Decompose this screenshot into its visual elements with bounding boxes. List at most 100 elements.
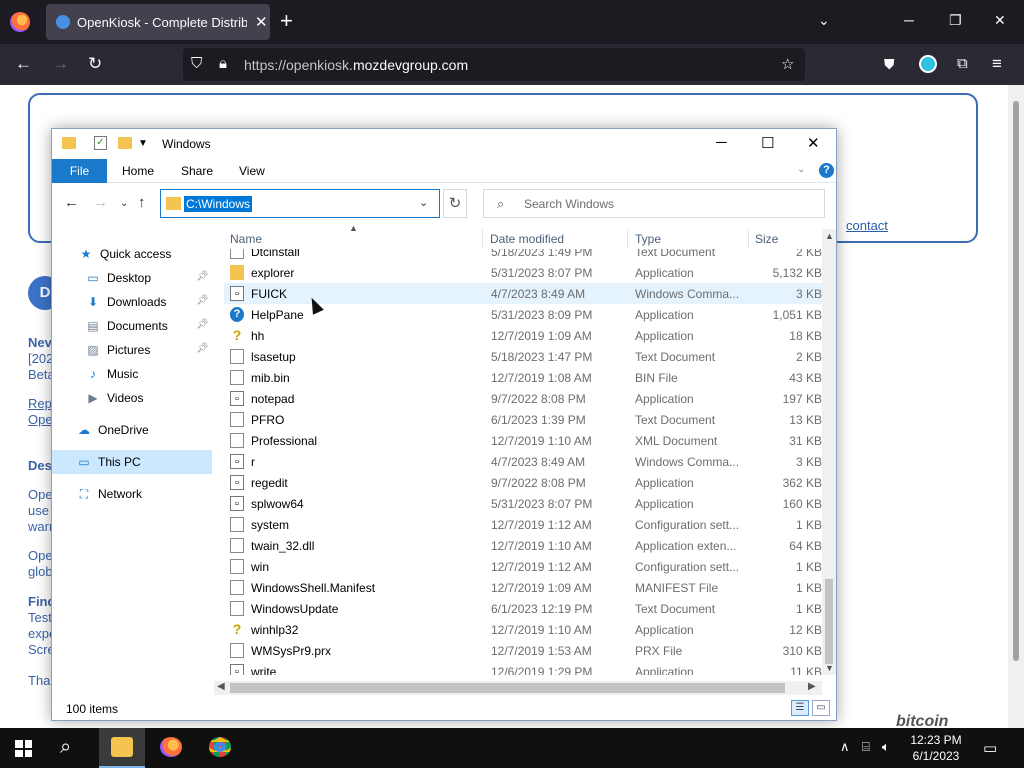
- file-list-hscroll[interactable]: ◀ ▶: [214, 681, 822, 695]
- column-type[interactable]: Type: [635, 232, 661, 246]
- contact-link[interactable]: contact: [846, 218, 888, 233]
- tab-share[interactable]: Share: [181, 164, 213, 178]
- new-tab-button[interactable]: +: [280, 10, 293, 32]
- file-list-vscroll[interactable]: ▲ ▼: [822, 229, 836, 675]
- qat-dropdown-icon[interactable]: ▼: [138, 138, 148, 149]
- table-row[interactable]: ▫ write 12/6/2019 1:29 PM Application 11 KB: [224, 661, 822, 675]
- ribbon-expand-icon[interactable]: ⌄: [797, 164, 805, 175]
- pocket-icon[interactable]: ⛊: [884, 54, 895, 74]
- up-arrow-icon[interactable]: ↑: [138, 194, 146, 211]
- minimize-icon[interactable]: ─: [716, 134, 727, 151]
- back-arrow-icon[interactable]: ←: [15, 54, 32, 74]
- table-row[interactable]: twain_32.dll 12/7/2019 1:10 AM Application…: [224, 535, 822, 556]
- notifications-icon[interactable]: ▭: [983, 739, 997, 757]
- table-row[interactable]: PFRO 6/1/2023 1:39 PM Text Document 13 KB: [224, 409, 822, 430]
- sidebar-item-onedrive[interactable]: ☁ OneDrive: [52, 418, 212, 442]
- sidebar-item-network[interactable]: ⛶ Network: [52, 482, 212, 506]
- firefox-logo-icon[interactable]: [10, 12, 30, 32]
- sidebar-item-downloads[interactable]: ⬇ Downloads 📌︎: [52, 290, 212, 314]
- search-icon[interactable]: ⌕: [60, 736, 71, 759]
- taskbar-clock[interactable]: 12:23 PM 6/1/2023: [906, 732, 966, 764]
- lock-icon[interactable]: 🔒︎: [219, 55, 227, 72]
- table-row[interactable]: WindowsShell.Manifest 12/7/2019 1:09 AM MA…: [224, 577, 822, 598]
- table-row[interactable]: WindowsUpdate 6/1/2023 12:19 PM Text Docum…: [224, 598, 822, 619]
- sidebar-item-pictures[interactable]: ▨ Pictures 📌︎: [52, 338, 212, 362]
- url-bar[interactable]: ⛉ 🔒︎ https://openkiosk.mozdevgroup.com ☆: [183, 48, 805, 81]
- shield-icon[interactable]: ⛉: [191, 55, 202, 72]
- tab-home[interactable]: Home: [122, 164, 154, 178]
- search-box[interactable]: ⌕ Search Windows: [483, 189, 825, 218]
- pin-icon[interactable]: 📌︎: [196, 319, 209, 330]
- scroll-down-icon[interactable]: ▼: [825, 663, 834, 673]
- close-window-icon[interactable]: ✕: [994, 12, 1006, 29]
- sidebar-item-this-pc[interactable]: ▭ This PC: [52, 450, 212, 474]
- column-name[interactable]: Name: [230, 232, 262, 246]
- page-link-fragment[interactable]: Rep: [28, 396, 52, 411]
- table-row[interactable]: ▫ r 4/7/2023 8:49 AM Windows Comma... 3 KB: [224, 451, 822, 472]
- windows-start-icon[interactable]: [15, 740, 32, 757]
- table-row[interactable]: mib.bin 12/7/2019 1:08 AM BIN File 43 KB: [224, 367, 822, 388]
- explorer-title-bar[interactable]: ✓ ▼ Windows ─ ☐ ✕: [52, 129, 836, 159]
- pin-icon[interactable]: 📌︎: [196, 295, 209, 306]
- sidebar-item-desktop[interactable]: ▭ Desktop 📌︎: [52, 266, 212, 290]
- column-size[interactable]: Size: [755, 232, 778, 246]
- taskbar-chrome[interactable]: [197, 728, 243, 768]
- sidebar-item-music[interactable]: ♪ Music: [52, 362, 212, 386]
- details-view-icon[interactable]: ☰: [791, 700, 809, 716]
- table-row[interactable]: Dtcinstall 5/18/2023 1:49 PM Text Document…: [224, 249, 822, 262]
- restore-icon[interactable]: ❐: [949, 12, 962, 29]
- vscroll-thumb[interactable]: [825, 579, 833, 664]
- close-icon[interactable]: ✕: [807, 134, 820, 152]
- tab-view[interactable]: View: [239, 164, 265, 178]
- help-icon[interactable]: ?: [819, 163, 834, 178]
- volume-muted-icon[interactable]: 🔈︎: [882, 739, 890, 755]
- table-row[interactable]: ? hh 12/7/2019 1:09 AM Application 18 KB: [224, 325, 822, 346]
- table-row[interactable]: WMSysPr9.prx 12/7/2019 1:53 AM PRX File 310…: [224, 640, 822, 661]
- sidebar-item-documents[interactable]: ▤ Documents 📌︎: [52, 314, 212, 338]
- large-icons-view-icon[interactable]: ▭: [812, 700, 830, 716]
- address-input[interactable]: C:\Windows: [184, 196, 253, 212]
- bookmark-star-icon[interactable]: ☆: [781, 55, 794, 73]
- account-avatar-icon[interactable]: [919, 55, 937, 73]
- table-row[interactable]: Professional 12/7/2019 1:10 AM XML Documen…: [224, 430, 822, 451]
- table-row[interactable]: win 12/7/2019 1:12 AM Configuration sett..…: [224, 556, 822, 577]
- back-arrow-icon[interactable]: ←: [64, 194, 79, 211]
- refresh-icon[interactable]: ↻: [443, 189, 467, 218]
- new-folder-icon[interactable]: [118, 137, 132, 149]
- recent-locations-icon[interactable]: ⌄: [120, 198, 128, 209]
- column-divider[interactable]: [748, 229, 749, 249]
- scroll-up-icon[interactable]: ▲: [825, 231, 834, 241]
- table-row[interactable]: ▫ regedit 9/7/2022 8:08 PM Application 362 K…: [224, 472, 822, 493]
- tray-expand-icon[interactable]: ∧: [840, 739, 850, 755]
- network-icon[interactable]: ⌸: [862, 739, 870, 755]
- address-bar[interactable]: C:\Windows ⌄: [160, 189, 440, 218]
- page-link-fragment[interactable]: Ope: [28, 412, 53, 427]
- list-all-tabs-icon[interactable]: ⌄: [818, 12, 830, 29]
- reload-icon[interactable]: ↻: [88, 54, 102, 74]
- table-row[interactable]: ? winhlp32 12/7/2019 1:10 AM Application 12 …: [224, 619, 822, 640]
- minimize-icon[interactable]: ─: [904, 12, 914, 28]
- pin-icon[interactable]: 📌︎: [196, 343, 209, 354]
- forward-arrow-icon[interactable]: →: [93, 194, 108, 211]
- table-row[interactable]: lsasetup 5/18/2023 1:47 PM Text Document 2 …: [224, 346, 822, 367]
- page-scrollbar[interactable]: [1008, 85, 1024, 728]
- taskbar-firefox[interactable]: [148, 728, 194, 768]
- scroll-left-icon[interactable]: ◀: [217, 681, 225, 692]
- properties-check-icon[interactable]: ✓: [94, 136, 107, 150]
- table-row[interactable]: ▫ splwow64 5/31/2023 8:07 PM Application 160…: [224, 493, 822, 514]
- taskbar-file-explorer[interactable]: [99, 728, 145, 768]
- menu-hamburger-icon[interactable]: ≡: [992, 54, 1002, 74]
- hscroll-thumb[interactable]: [230, 683, 785, 693]
- column-divider[interactable]: [482, 229, 483, 249]
- extensions-icon[interactable]: ⧉: [957, 54, 968, 74]
- forward-arrow-icon[interactable]: →: [52, 54, 69, 74]
- column-divider[interactable]: [627, 229, 628, 249]
- pin-icon[interactable]: 📌︎: [196, 271, 209, 282]
- sidebar-item-quick-access[interactable]: ★ Quick access: [52, 242, 212, 266]
- sidebar-item-videos[interactable]: ▶ Videos: [52, 386, 212, 410]
- table-row[interactable]: explorer 5/31/2023 8:07 PM Application 5,13…: [224, 262, 822, 283]
- maximize-icon[interactable]: ☐: [761, 134, 774, 152]
- tab-close-icon[interactable]: ✕: [255, 13, 268, 31]
- table-row[interactable]: system 12/7/2019 1:12 AM Configuration set…: [224, 514, 822, 535]
- table-row[interactable]: ▫ notepad 9/7/2022 8:08 PM Application 197 K…: [224, 388, 822, 409]
